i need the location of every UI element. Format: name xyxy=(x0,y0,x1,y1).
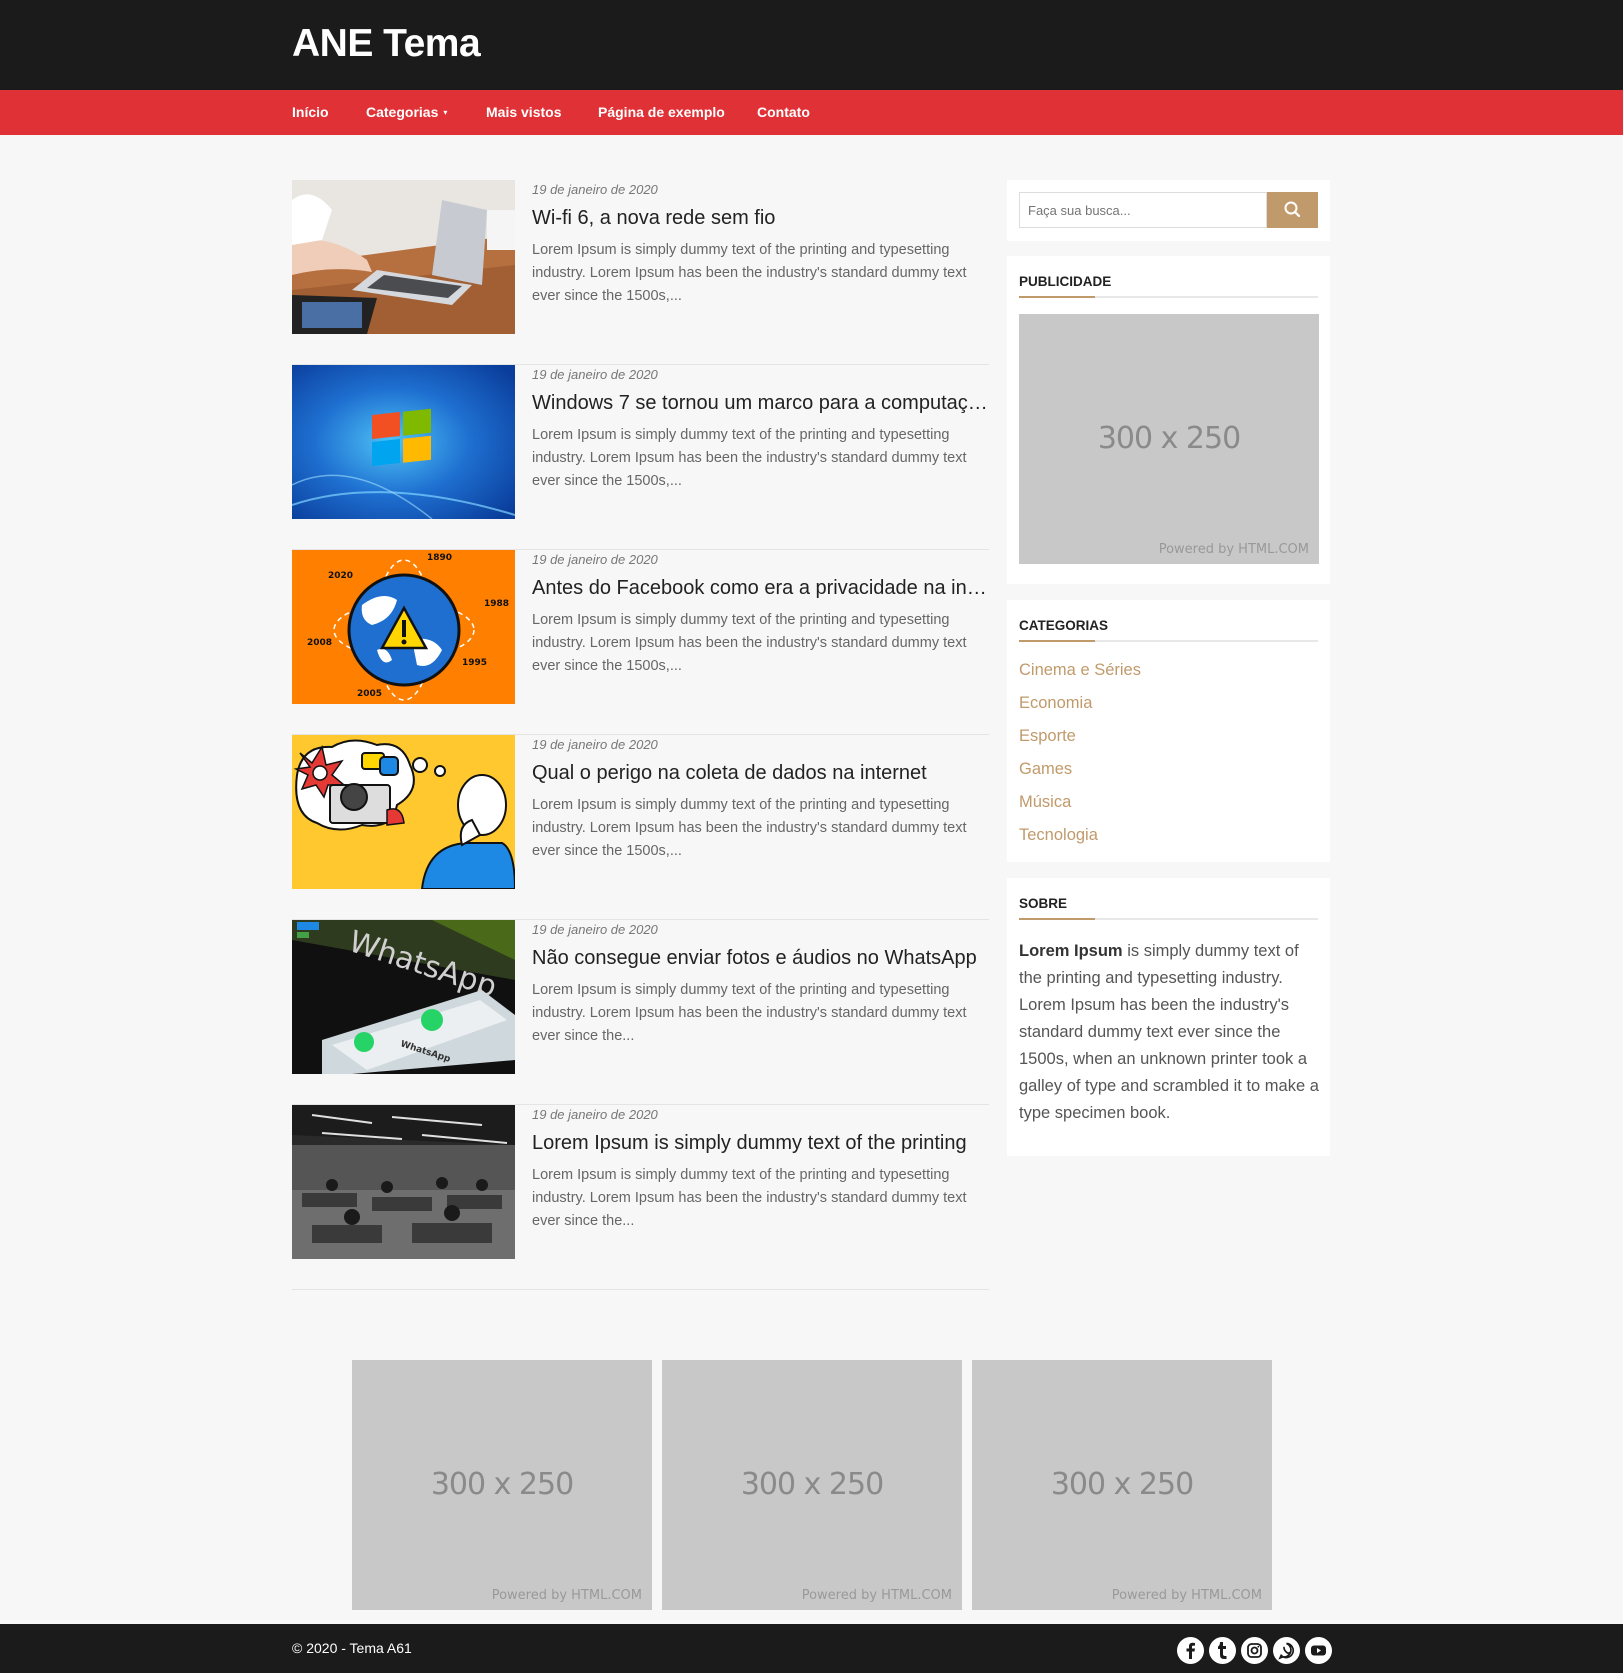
post-excerpt: Lorem Ipsum is simply dummy text of the … xyxy=(532,612,967,674)
caret-down-icon: ▾ xyxy=(443,108,448,117)
category-link[interactable]: Esporte xyxy=(1019,727,1076,746)
site-title[interactable]: ANE Tema xyxy=(292,22,481,66)
post-item: 19 de janeiro de 2020 Wi-fi 6, a nova re… xyxy=(292,180,989,365)
category-link[interactable]: Tecnologia xyxy=(1019,826,1098,845)
ad-powered-label: Powered by HTML.COM xyxy=(1111,1588,1262,1603)
nav-item-label: Categorias xyxy=(366,104,439,120)
post-item: 19 de janeiro de 2020 Qual o perigo na c… xyxy=(292,735,989,920)
year-label: 1988 xyxy=(484,599,509,609)
globe-privacy-image: 1890 2020 1988 2008 1995 2005 xyxy=(292,550,515,704)
search-icon xyxy=(1284,201,1301,218)
main-nav: Início Categorias ▾ Mais vistos Página de… xyxy=(0,90,1623,135)
widget-title: SOBRE xyxy=(1019,896,1318,920)
about-bold: Lorem Ipsum xyxy=(1019,942,1123,960)
post-date: 19 de janeiro de 2020 xyxy=(532,737,658,752)
ad-banner[interactable]: 300 x 250 Powered by HTML.COM xyxy=(352,1360,652,1610)
post-title-link[interactable]: Antes do Facebook como era a privacidade… xyxy=(532,577,989,600)
post-excerpt: Lorem Ipsum is simply dummy text of the … xyxy=(532,1167,967,1229)
post-title-link[interactable]: Qual o perigo na coleta de dados na inte… xyxy=(532,762,989,785)
nav-item-mais-vistos[interactable]: Mais vistos xyxy=(486,90,561,135)
post-thumbnail[interactable] xyxy=(292,180,515,334)
instagram-icon[interactable] xyxy=(1241,1637,1268,1664)
categories-widget: CATEGORIAS Cinema e Séries Economia Espo… xyxy=(1007,600,1330,862)
post-title-link[interactable]: Não consegue enviar fotos e áudios no Wh… xyxy=(532,947,989,970)
ad-size-label: 300 x 250 xyxy=(740,1467,884,1502)
post-date: 19 de janeiro de 2020 xyxy=(532,922,658,937)
category-link[interactable]: Cinema e Séries xyxy=(1019,661,1141,680)
post-item: 1890 2020 1988 2008 1995 2005 19 de jane… xyxy=(292,550,989,735)
facebook-icon[interactable] xyxy=(1177,1637,1204,1664)
ad-powered-label: Powered by HTML.COM xyxy=(491,1588,642,1603)
ad-size-label: 300 x 250 xyxy=(430,1467,574,1502)
nav-item-pagina-de-exemplo[interactable]: Página de exemplo xyxy=(598,90,725,135)
year-label: 1995 xyxy=(462,658,487,668)
ad-banner[interactable]: 300 x 250 Powered by HTML.COM xyxy=(662,1360,962,1610)
post-title-link[interactable]: Windows 7 se tornou um marco para a comp… xyxy=(532,392,989,415)
ad-banner[interactable]: 300 x 250 Powered by HTML.COM xyxy=(972,1360,1272,1610)
category-link[interactable]: Economia xyxy=(1019,694,1092,713)
post-date: 19 de janeiro de 2020 xyxy=(532,367,658,382)
post-thumbnail[interactable]: WhatsApp WhatsApp xyxy=(292,920,515,1074)
laptop-photo-image xyxy=(292,180,515,334)
post-thumbnail[interactable] xyxy=(292,735,515,889)
nav-item-inicio[interactable]: Início xyxy=(292,90,329,135)
search-input[interactable] xyxy=(1019,192,1267,228)
search-widget xyxy=(1007,180,1330,241)
year-label: 2008 xyxy=(307,638,332,648)
post-date: 19 de janeiro de 2020 xyxy=(532,182,658,197)
whatsapp-phone-image: WhatsApp WhatsApp xyxy=(292,920,515,1074)
site-header: ANE Tema xyxy=(0,0,1623,90)
post-item: 19 de janeiro de 2020 Lorem Ipsum is sim… xyxy=(292,1105,989,1290)
ad-powered-label: Powered by HTML.COM xyxy=(1158,542,1309,557)
year-label: 2020 xyxy=(328,571,353,581)
copyright-text: © 2020 - Tema A61 xyxy=(292,1640,412,1656)
post-date: 19 de janeiro de 2020 xyxy=(532,1107,658,1122)
ad-size-label: 300 x 250 xyxy=(1050,1467,1194,1502)
search-button[interactable] xyxy=(1267,192,1318,228)
ad-widget: PUBLICIDADE 300 x 250 Powered by HTML.CO… xyxy=(1007,256,1330,584)
tumblr-icon[interactable] xyxy=(1209,1637,1236,1664)
about-body: is simply dummy text of the printing and… xyxy=(1019,942,1319,1122)
post-title-link[interactable]: Wi-fi 6, a nova rede sem fio xyxy=(532,207,989,230)
about-widget: SOBRE Lorem Ipsum is simply dummy text o… xyxy=(1007,878,1330,1156)
post-item: 19 de janeiro de 2020 Windows 7 se torno… xyxy=(292,365,989,550)
data-collection-image xyxy=(292,735,515,889)
post-excerpt: Lorem Ipsum is simply dummy text of the … xyxy=(532,242,967,304)
ad-banner[interactable]: 300 x 250 Powered by HTML.COM xyxy=(1019,314,1319,564)
post-excerpt: Lorem Ipsum is simply dummy text of the … xyxy=(532,982,967,1044)
ad-powered-label: Powered by HTML.COM xyxy=(801,1588,952,1603)
post-excerpt: Lorem Ipsum is simply dummy text of the … xyxy=(532,427,967,489)
nav-item-categorias[interactable]: Categorias ▾ xyxy=(366,90,447,135)
nav-item-contato[interactable]: Contato xyxy=(757,90,810,135)
about-text: Lorem Ipsum is simply dummy text of the … xyxy=(1019,938,1319,1127)
widget-title: CATEGORIAS xyxy=(1019,618,1318,642)
whatsapp-icon[interactable] xyxy=(1273,1637,1300,1664)
post-thumbnail[interactable] xyxy=(292,1105,515,1259)
year-label: 1890 xyxy=(427,553,452,563)
category-link[interactable]: Games xyxy=(1019,760,1072,779)
widget-title: PUBLICIDADE xyxy=(1019,274,1318,298)
youtube-icon[interactable] xyxy=(1305,1637,1332,1664)
site-footer: © 2020 - Tema A61 xyxy=(0,1624,1623,1673)
category-link[interactable]: Música xyxy=(1019,793,1071,812)
windows-logo-image xyxy=(292,365,515,519)
post-thumbnail[interactable] xyxy=(292,365,515,519)
ad-size-label: 300 x 250 xyxy=(1097,421,1241,456)
year-label: 2005 xyxy=(357,689,382,699)
post-excerpt: Lorem Ipsum is simply dummy text of the … xyxy=(532,797,967,859)
post-date: 19 de janeiro de 2020 xyxy=(532,552,658,567)
office-photo-image xyxy=(292,1105,515,1259)
post-thumbnail[interactable]: 1890 2020 1988 2008 1995 2005 xyxy=(292,550,515,704)
post-title-link[interactable]: Lorem Ipsum is simply dummy text of the … xyxy=(532,1132,989,1155)
post-item: WhatsApp WhatsApp 19 de janeiro de 2020 … xyxy=(292,920,989,1105)
